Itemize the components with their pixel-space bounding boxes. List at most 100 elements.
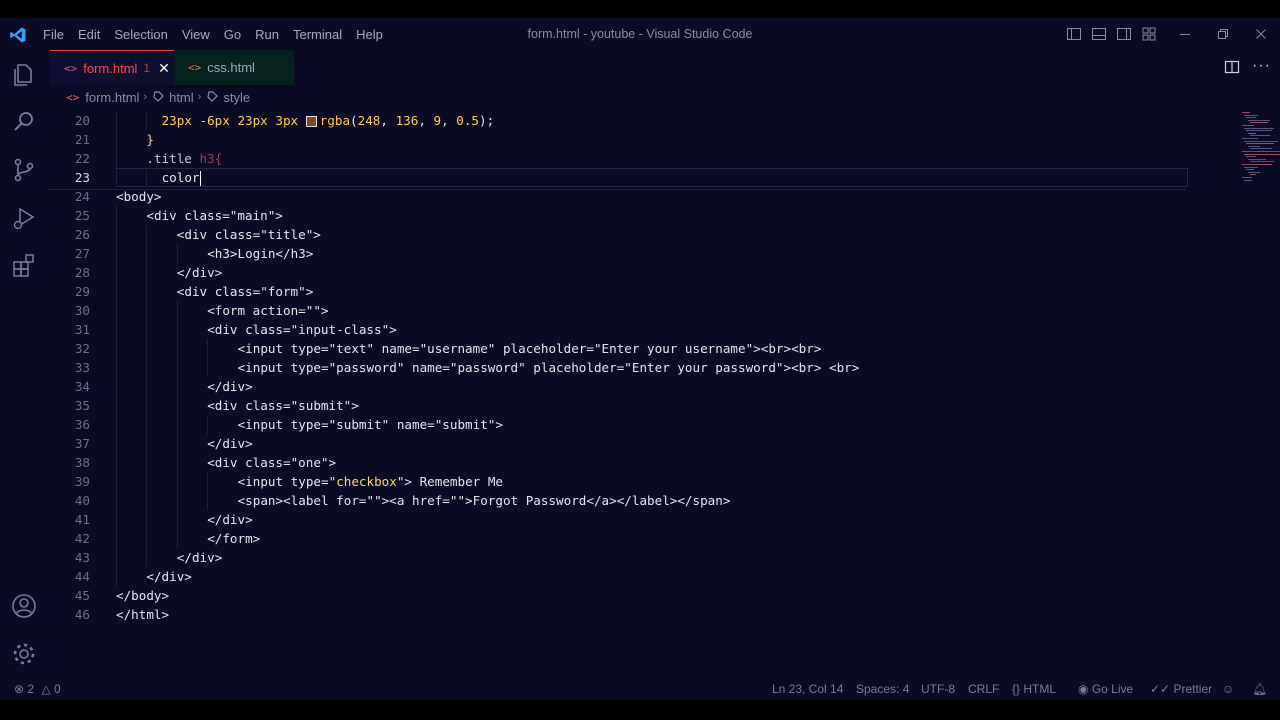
- indent-guide: [146, 434, 148, 453]
- extensions-icon[interactable]: [10, 252, 38, 280]
- minimize-button[interactable]: [1166, 18, 1204, 50]
- cursor-position[interactable]: Ln 23, Col 14: [772, 678, 843, 700]
- indent-guide: [146, 263, 148, 282]
- more-actions-icon[interactable]: ···: [1252, 57, 1271, 75]
- notifications-bell-icon[interactable]: 🔔︎: [1252, 678, 1267, 700]
- code-line[interactable]: 38 <div class="one">: [48, 453, 1188, 472]
- code-line[interactable]: 30 <form action="">: [48, 301, 1188, 320]
- toggle-primary-sidebar-icon[interactable]: [1066, 26, 1082, 42]
- search-icon[interactable]: [10, 108, 38, 136]
- menu-terminal[interactable]: Terminal: [286, 27, 349, 42]
- line-number: 24: [74, 189, 90, 204]
- element-icon: [207, 91, 219, 102]
- line-number: 39: [74, 474, 90, 489]
- code-token: 3px: [275, 113, 306, 128]
- menu-file[interactable]: File: [36, 27, 71, 42]
- code-line[interactable]: 29 <div class="form">: [48, 282, 1188, 301]
- indent-guide: [146, 396, 148, 415]
- code-line[interactable]: 42 </form>: [48, 529, 1188, 548]
- code-token: 248: [357, 113, 381, 128]
- go-live-button[interactable]: ◉ Go Live: [1078, 678, 1133, 700]
- menu-run[interactable]: Run: [248, 27, 286, 42]
- indent-guide: [146, 339, 148, 358]
- customize-layout-icon[interactable]: [1141, 26, 1157, 42]
- indent-guide: [116, 282, 117, 301]
- code-line[interactable]: 32 <input type="text" name="username" pla…: [48, 339, 1188, 358]
- source-control-icon[interactable]: [10, 156, 38, 184]
- code-line[interactable]: 46 </html>: [48, 605, 1188, 624]
- code-line[interactable]: 20 23px -6px 23px 3px rgba(248, 136, 9, 0…: [48, 111, 1188, 130]
- color-swatch-icon[interactable]: [305, 116, 317, 127]
- indent-guide: [176, 491, 178, 510]
- error-count: 2: [27, 682, 35, 696]
- account-icon[interactable]: [10, 592, 38, 620]
- line-number: 34: [74, 379, 90, 394]
- toggle-panel-icon[interactable]: [1091, 26, 1107, 42]
- menu-edit[interactable]: Edit: [71, 27, 107, 42]
- line-number: 22: [74, 151, 90, 166]
- code-line[interactable]: 23 color: [48, 168, 1188, 187]
- indent-guide: [116, 130, 117, 149]
- run-debug-icon[interactable]: [10, 204, 38, 232]
- indent-guide: [116, 415, 117, 434]
- tab-css-html[interactable]: <> css.html: [174, 50, 294, 85]
- breadcrumb-style[interactable]: style: [223, 90, 250, 105]
- indent-guide: [146, 225, 148, 244]
- encoding[interactable]: UTF-8: [921, 678, 955, 700]
- minimap[interactable]: [1238, 109, 1280, 189]
- indentation[interactable]: Spaces: 4: [856, 678, 909, 700]
- code-line[interactable]: 44 </div>: [48, 567, 1188, 586]
- prettier-status[interactable]: ✓✓ Prettier: [1150, 678, 1212, 700]
- code-line[interactable]: 40 <span><label for=""><a href="">Forgot …: [48, 491, 1188, 510]
- breadcrumb-file[interactable]: form.html: [85, 90, 139, 105]
- menu-selection[interactable]: Selection: [107, 27, 174, 42]
- indent-guide: [176, 453, 178, 472]
- restore-button[interactable]: [1204, 18, 1242, 50]
- code-line[interactable]: 34 </div>: [48, 377, 1188, 396]
- code-line[interactable]: 33 <input type="password" name="password"…: [48, 358, 1188, 377]
- feedback-icon[interactable]: ☺: [1222, 678, 1234, 700]
- code-token: <form action="">: [207, 303, 329, 318]
- code-line[interactable]: 27 <h3>Login</h3>: [48, 244, 1188, 263]
- menu-help[interactable]: Help: [349, 27, 390, 42]
- end-of-line[interactable]: CRLF: [968, 678, 999, 700]
- tab-label: css.html: [207, 60, 255, 75]
- menu-go[interactable]: Go: [217, 27, 248, 42]
- minimap-line: [1242, 112, 1250, 113]
- code-token: ,: [418, 113, 434, 128]
- code-line[interactable]: 41 </div>: [48, 510, 1188, 529]
- editor-tabs: <> form.html 1 ✕ <> css.html ···: [48, 50, 1280, 85]
- code-line[interactable]: 22 .title h3{: [48, 149, 1188, 168]
- tab-close-icon[interactable]: ✕: [158, 60, 170, 77]
- code-token: (: [350, 113, 358, 128]
- code-line[interactable]: 39 <input type="checkbox"> Remember Me: [48, 472, 1188, 491]
- indent-guide: [207, 358, 209, 377]
- code-line[interactable]: 45 </body>: [48, 586, 1188, 605]
- code-line[interactable]: 26 <div class="title">: [48, 225, 1188, 244]
- tab-form-html[interactable]: <> form.html 1 ✕: [50, 50, 174, 85]
- menu-view[interactable]: View: [175, 27, 217, 42]
- code-line[interactable]: 25 <div class="main">: [48, 206, 1188, 225]
- code-line[interactable]: 31 <div class="input-class">: [48, 320, 1188, 339]
- code-editor[interactable]: 20 23px -6px 23px 3px rgba(248, 136, 9, 0…: [48, 109, 1280, 688]
- indent-guide: [116, 434, 117, 453]
- toggle-secondary-sidebar-icon[interactable]: [1116, 26, 1132, 42]
- code-line[interactable]: 21}: [48, 130, 1188, 149]
- line-code: }: [146, 130, 154, 149]
- minimap-line: [1250, 161, 1274, 163]
- minimap-line: [1246, 143, 1274, 145]
- problems-indicator[interactable]: ⊗ 2 △ 0: [14, 678, 61, 700]
- breadcrumb-html[interactable]: html: [169, 90, 194, 105]
- explorer-icon[interactable]: [10, 60, 38, 88]
- code-line[interactable]: 36 <input type="submit" name="submit">: [48, 415, 1188, 434]
- code-line[interactable]: 24 <body>: [48, 187, 1188, 206]
- close-button[interactable]: [1242, 18, 1280, 50]
- language-mode[interactable]: {} HTML: [1012, 678, 1056, 700]
- code-line[interactable]: 37 </div>: [48, 434, 1188, 453]
- split-editor-icon[interactable]: [1224, 59, 1240, 75]
- code-line[interactable]: 35 <div class="submit">: [48, 396, 1188, 415]
- text-cursor: [199, 171, 202, 186]
- code-line[interactable]: 43 </div>: [48, 548, 1188, 567]
- code-line[interactable]: 28 </div>: [48, 263, 1188, 282]
- settings-gear-icon[interactable]: [10, 640, 38, 668]
